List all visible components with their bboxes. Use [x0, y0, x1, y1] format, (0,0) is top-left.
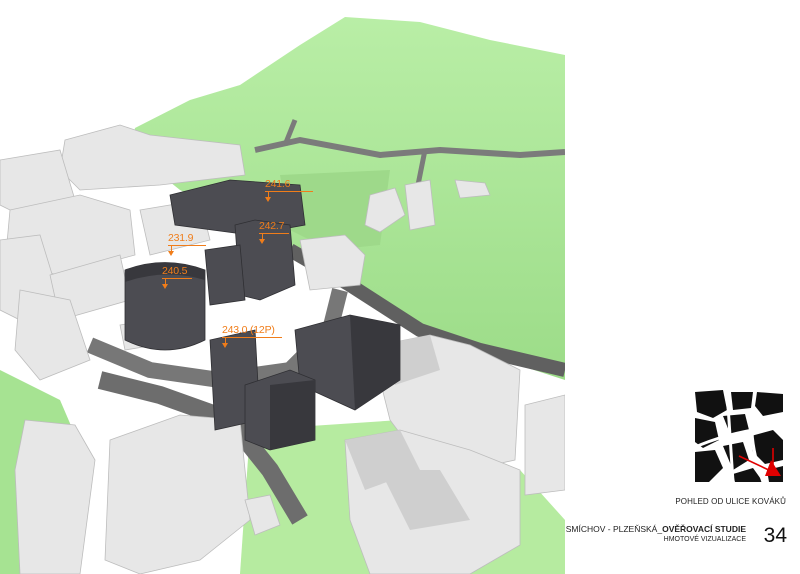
arrow-down-icon	[222, 343, 228, 348]
arrow-down-icon	[259, 239, 265, 244]
city-model-render	[0, 17, 565, 574]
height-label-5: 243.0 (12P)	[222, 324, 282, 348]
project-title: SMÍCHOV - PLZEŇSKÁ_OVĚŘOVACÍ STUDIE	[565, 524, 746, 534]
height-label-4: 240.5	[162, 265, 192, 289]
page-number: 34	[763, 524, 787, 547]
arrow-down-icon	[265, 197, 271, 202]
arrow-down-icon	[162, 284, 168, 289]
sheet-footer: SMÍCHOV - PLZEŇSKÁ_OVĚŘOVACÍ STUDIE HMOT…	[560, 521, 790, 551]
sheet-subtitle: HMOTOVÉ VIZUALIZACE	[663, 536, 746, 543]
height-label-3: 231.9	[168, 232, 206, 256]
height-label-2: 242.7	[259, 220, 289, 244]
key-map	[693, 390, 785, 483]
massing-visualization: 241.6 242.7 231.9 240.5 243.0 (12P)	[0, 0, 565, 574]
arrow-down-icon	[168, 251, 174, 256]
height-label-1: 241.6	[265, 178, 313, 202]
view-caption: POHLED OD ULICE KOVÁKŮ	[675, 497, 786, 506]
